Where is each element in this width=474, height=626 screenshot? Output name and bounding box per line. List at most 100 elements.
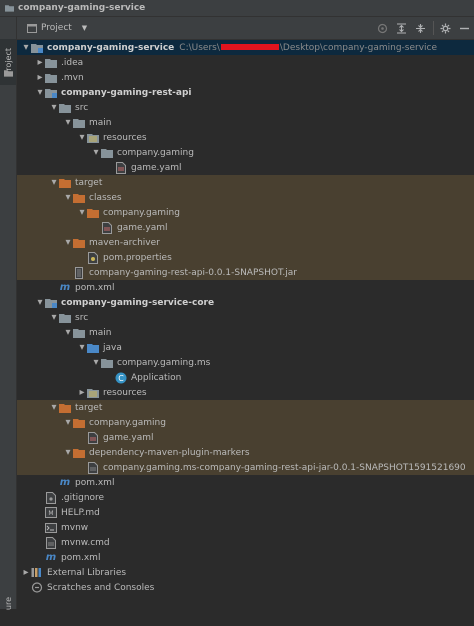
tree-row-external-libraries[interactable]: External Libraries: [17, 565, 474, 580]
tree-label: pom.xml: [61, 552, 101, 563]
tree-row-java[interactable]: java: [17, 340, 474, 355]
tree-label: target: [75, 402, 103, 413]
tree-label: HELP.md: [61, 507, 100, 518]
project-tree[interactable]: company-gaming-service C:\Users\ \Desktop…: [17, 40, 474, 609]
tree-row-class[interactable]: C Application: [17, 370, 474, 385]
tree-label: src: [75, 312, 89, 323]
tree-label: main: [89, 327, 112, 338]
tree-row-resources[interactable]: resources: [17, 385, 474, 400]
tree-label: game.yaml: [103, 432, 154, 443]
hide-icon[interactable]: [457, 21, 471, 35]
chevron-down-icon[interactable]: [49, 175, 59, 190]
chevron-down-icon[interactable]: [63, 445, 73, 460]
project-tool-tab[interactable]: Project: [0, 39, 16, 85]
tree-row-idea[interactable]: .idea: [17, 55, 474, 70]
chevron-down-icon[interactable]: [35, 295, 45, 310]
tree-row-package[interactable]: company.gaming.ms: [17, 355, 474, 370]
toolbar-divider: [433, 21, 434, 35]
chevron-down-icon[interactable]: [63, 415, 73, 430]
tree-row-file[interactable]: game.yaml: [17, 160, 474, 175]
svg-text:M: M: [48, 510, 53, 517]
tree-row-file[interactable]: company.gaming.ms-company-gaming-rest-ap…: [17, 460, 474, 475]
tree-label: target: [75, 177, 103, 188]
text-file-icon: [45, 536, 57, 549]
structure-tool-tab[interactable]: ure: [0, 582, 16, 626]
tree-row-package[interactable]: company.gaming: [17, 145, 474, 160]
tree-label: .gitignore: [61, 492, 105, 503]
script-file-icon: [45, 522, 57, 534]
jar-file-icon: [73, 266, 85, 279]
tree-row-file[interactable]: game.yaml: [17, 430, 474, 445]
chevron-right-icon[interactable]: [35, 70, 45, 85]
tree-label: company-gaming-rest-api-0.0.1-SNAPSHOT.j…: [89, 267, 297, 278]
locate-icon[interactable]: [375, 21, 389, 35]
root-path-prefix: C:\Users\: [179, 42, 220, 53]
tree-row-main[interactable]: main: [17, 115, 474, 130]
maven-file-icon: m: [59, 477, 71, 488]
chevron-down-icon[interactable]: [77, 340, 87, 355]
chevron-down-icon[interactable]: [77, 205, 87, 220]
settings-icon[interactable]: [438, 21, 452, 35]
tree-row-classes[interactable]: classes: [17, 190, 474, 205]
excluded-folder-icon: [87, 207, 99, 219]
tree-label: pom.xml: [75, 477, 115, 488]
tree-row-file[interactable]: pom.properties: [17, 250, 474, 265]
tree-row-file[interactable]: m pom.xml: [17, 280, 474, 295]
tree-row-file[interactable]: m pom.xml: [17, 475, 474, 490]
tree-row-target[interactable]: target: [17, 175, 474, 190]
chevron-down-icon[interactable]: [63, 115, 73, 130]
collapse-all-icon[interactable]: [413, 21, 427, 35]
yaml-file-icon: [101, 221, 113, 234]
tree-row-package[interactable]: company.gaming: [17, 415, 474, 430]
tree-row-resources[interactable]: resources: [17, 130, 474, 145]
class-icon: C: [115, 372, 127, 384]
module-folder-icon: [45, 87, 57, 99]
chevron-down-icon[interactable]: [91, 355, 101, 370]
tree-row-root[interactable]: company-gaming-service C:\Users\ \Desktop…: [17, 40, 474, 55]
window-title: company-gaming-service: [18, 3, 146, 13]
redaction-mark: [220, 44, 279, 50]
chevron-right-icon[interactable]: [21, 565, 31, 580]
chevron-down-icon[interactable]: [35, 85, 45, 100]
tree-label: Scratches and Consoles: [47, 582, 155, 593]
tree-row-scratches[interactable]: Scratches and Consoles: [17, 580, 474, 595]
text-file-icon: [87, 461, 99, 474]
expand-all-icon[interactable]: [394, 21, 408, 35]
tree-row-plugin-markers[interactable]: dependency-maven-plugin-markers: [17, 445, 474, 460]
tree-label: resources: [103, 132, 147, 143]
tree-row-src[interactable]: src: [17, 310, 474, 325]
chevron-right-icon[interactable]: [77, 385, 87, 400]
tree-row-file[interactable]: game.yaml: [17, 220, 474, 235]
tree-row-core-module[interactable]: company-gaming-service-core: [17, 295, 474, 310]
folder-icon: [59, 102, 71, 114]
chevron-right-icon[interactable]: [35, 55, 45, 70]
tree-row-file[interactable]: M HELP.md: [17, 505, 474, 520]
tree-row-file[interactable]: mvnw: [17, 520, 474, 535]
folder-icon: [45, 72, 57, 84]
tree-row-src[interactable]: src: [17, 100, 474, 115]
chevron-down-icon[interactable]: [49, 100, 59, 115]
chevron-down-icon[interactable]: [63, 190, 73, 205]
tree-row-package[interactable]: company.gaming: [17, 205, 474, 220]
chevron-down-icon[interactable]: [49, 310, 59, 325]
tree-row-file[interactable]: company-gaming-rest-api-0.0.1-SNAPSHOT.j…: [17, 265, 474, 280]
tree-row-maven-archiver[interactable]: maven-archiver: [17, 235, 474, 250]
gitignore-file-icon: [45, 491, 57, 504]
tree-label: company.gaming.ms-company-gaming-rest-ap…: [103, 462, 466, 473]
tree-label: company.gaming: [89, 417, 166, 428]
tree-row-target[interactable]: target: [17, 400, 474, 415]
chevron-down-icon[interactable]: [63, 235, 73, 250]
excluded-folder-icon: [59, 177, 71, 189]
chevron-down-icon[interactable]: [63, 325, 73, 340]
view-selector[interactable]: Project ▼: [27, 21, 87, 35]
chevron-down-icon[interactable]: [21, 40, 31, 55]
chevron-down-icon[interactable]: [77, 130, 87, 145]
tree-row-file[interactable]: mvnw.cmd: [17, 535, 474, 550]
tree-row-file[interactable]: .gitignore: [17, 490, 474, 505]
tree-row-rest-api-module[interactable]: company-gaming-rest-api: [17, 85, 474, 100]
tree-row-mvn[interactable]: .mvn: [17, 70, 474, 85]
chevron-down-icon[interactable]: [91, 145, 101, 160]
tree-row-main[interactable]: main: [17, 325, 474, 340]
chevron-down-icon[interactable]: [49, 400, 59, 415]
tree-row-file[interactable]: m pom.xml: [17, 550, 474, 565]
